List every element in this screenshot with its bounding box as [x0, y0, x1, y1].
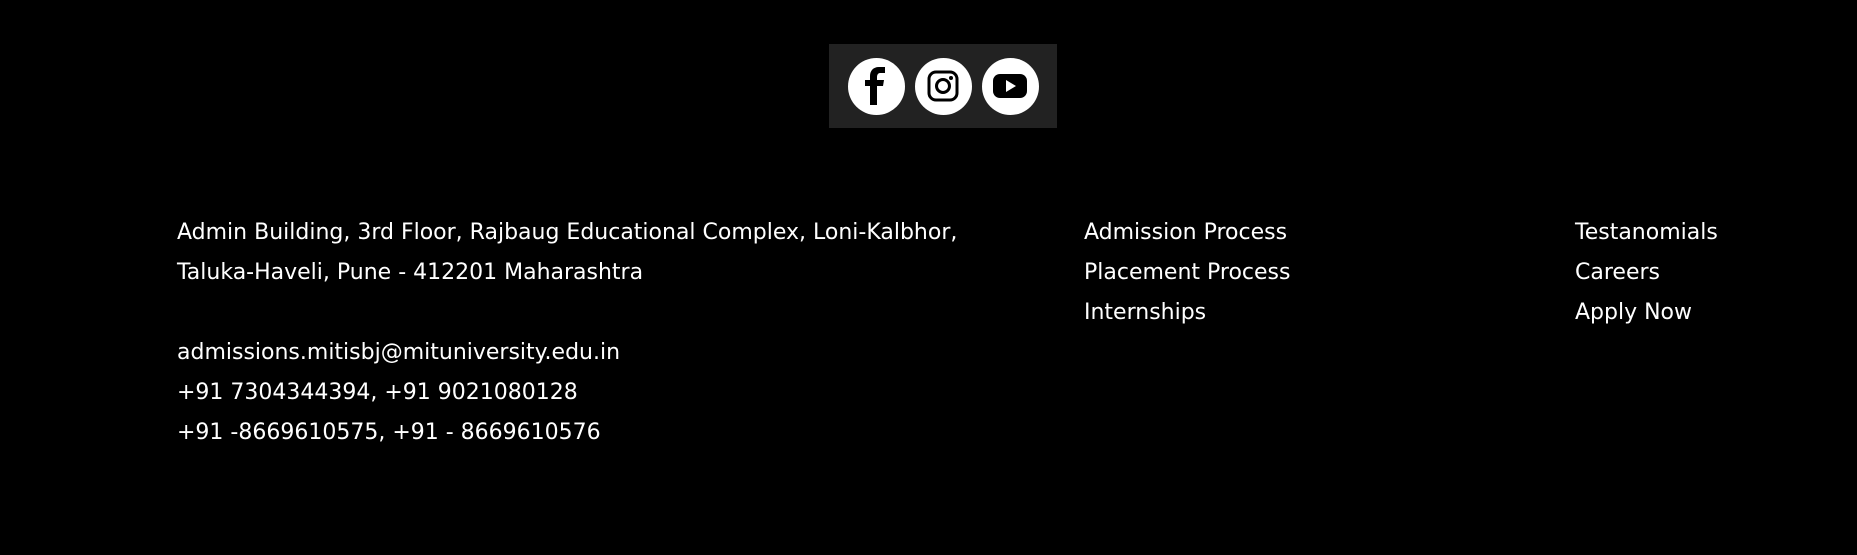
instagram-icon [926, 69, 960, 103]
youtube-button[interactable] [981, 57, 1039, 115]
facebook-button[interactable] [847, 57, 905, 115]
facebook-icon [861, 66, 891, 106]
address-line-1: Admin Building, 3rd Floor, Rajbaug Educa… [177, 220, 958, 245]
footer-links-column-1: Admission Process Placement Process Inte… [1084, 213, 1384, 333]
address-line-2: Taluka-Haveli, Pune - 412201 Maharashtra [177, 260, 644, 285]
social-bar [829, 44, 1057, 128]
link-apply-now[interactable]: Apply Now [1575, 293, 1835, 333]
link-internships[interactable]: Internships [1084, 293, 1384, 333]
phone-numbers-2[interactable]: +91 -8669610575, +91 - 8669610576 [177, 413, 977, 453]
link-careers[interactable]: Careers [1575, 253, 1835, 293]
phone-numbers-1[interactable]: +91 7304344394, +91 9021080128 [177, 373, 977, 413]
contact-info: Admin Building, 3rd Floor, Rajbaug Educa… [177, 213, 977, 453]
footer-links-column-2: Testanomials Careers Apply Now [1575, 213, 1835, 333]
instagram-button[interactable] [914, 57, 972, 115]
link-testimonials[interactable]: Testanomials [1575, 213, 1835, 253]
youtube-icon [992, 73, 1028, 99]
link-admission-process[interactable]: Admission Process [1084, 213, 1384, 253]
link-placement-process[interactable]: Placement Process [1084, 253, 1384, 293]
email-address[interactable]: admissions.mitisbj@mituniversity.edu.in [177, 333, 977, 373]
